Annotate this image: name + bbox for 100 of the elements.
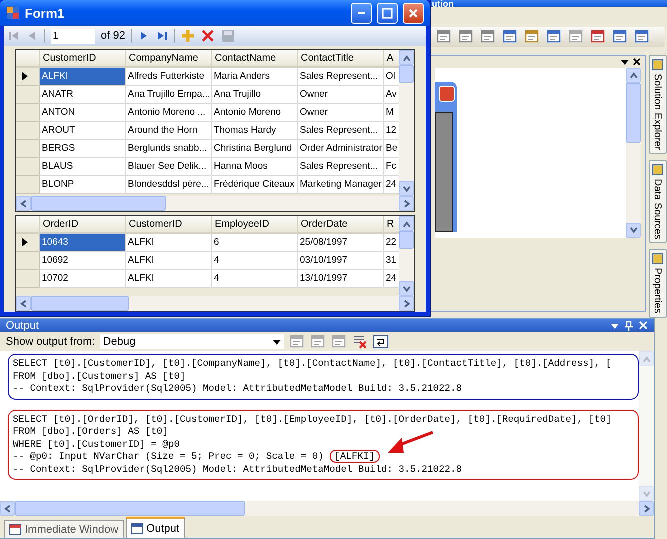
side-tab[interactable]: Solution Explorer (648, 54, 666, 154)
window-title: Form1 (25, 6, 66, 20)
position-field[interactable]: 1 (51, 28, 95, 44)
close-icon (408, 8, 419, 18)
table-cell: Ana Trujillo Empa... (126, 86, 212, 104)
column-header[interactable]: OrderDate (298, 216, 384, 234)
add-button[interactable] (181, 29, 196, 43)
first-record-button[interactable] (8, 30, 20, 42)
scroll-thumb[interactable] (626, 82, 641, 143)
table-cell: 4 (212, 252, 298, 270)
table-cell: Antonio Moreno (212, 104, 298, 122)
table-cell: Christina Berglund (212, 140, 298, 158)
maximize-icon (382, 8, 393, 18)
delete-icon (201, 29, 216, 43)
table-cell: Marketing Manager (298, 176, 384, 194)
horizontal-scrollbar[interactable] (0, 501, 654, 516)
table-cell: Order Administrator (298, 140, 384, 158)
table-cell: Maria Anders (212, 68, 298, 86)
horizontal-scrollbar[interactable] (16, 296, 414, 311)
table-cell: 10702 (40, 270, 126, 288)
output-line: -- Context: SqlProvider(Sql2005) Model: AttributedMetaModel Build: 3.5.21022.8 (13, 464, 462, 476)
column-header[interactable]: R (384, 216, 399, 234)
maximize-button[interactable] (377, 2, 398, 24)
caret-icon (273, 338, 282, 346)
table-cell: Sales Represent... (298, 68, 384, 86)
column-header[interactable]: ContactName (212, 50, 298, 68)
table-cell: Around the Horn (126, 122, 212, 140)
scroll-thumb[interactable] (15, 501, 245, 516)
output-line: SELECT [t0].[OrderID], [t0].[CustomerID], [t0].[EmployeeID], [t0].[OrderDate], [t0].[RequiredDate], [t0] (13, 414, 612, 426)
output-line: SELECT [t0].[CustomerID], [t0].[CompanyName], [t0].[ContactName], [t0].[ContactTitle], [t0].[Address], [ (13, 358, 612, 370)
column-header[interactable]: ContactTitle (298, 50, 384, 68)
horizontal-scrollbar[interactable] (16, 196, 414, 211)
table-cell: 6 (212, 234, 298, 252)
panel-icon (652, 58, 664, 71)
source-dropdown[interactable]: Debug (100, 334, 284, 349)
table-cell: 10692 (40, 252, 126, 270)
panel-tab[interactable]: Output (126, 517, 185, 538)
table-cell: Hanna Moos (212, 158, 298, 176)
save-button[interactable] (221, 29, 236, 43)
column-header[interactable]: CompanyName (126, 50, 212, 68)
source-label: Show output from: (6, 336, 96, 348)
output-line: WHERE [t0].[CustomerID] = @p0 (13, 438, 180, 451)
minimize-button[interactable] (351, 2, 372, 24)
panel-title: Output (6, 320, 40, 332)
row-header[interactable] (16, 234, 40, 252)
close-icon (639, 321, 648, 330)
table-cell: Thomas Hardy (212, 122, 298, 140)
last-record-button[interactable] (156, 30, 168, 42)
delete-button[interactable] (201, 29, 216, 43)
column-header[interactable]: OrderID (40, 216, 126, 234)
table-cell: Antonio Moreno ... (126, 104, 212, 122)
table-cell: AROUT (40, 122, 126, 140)
output-line: -- Context: SqlProvider(Sql2005) Model: AttributedMetaModel Build: 3.5.21022.8 (13, 383, 462, 396)
pin-icon (625, 320, 633, 330)
panel-tab[interactable]: Immediate Window (4, 520, 124, 538)
table-cell: Ana Trujillo (212, 86, 298, 104)
table-cell: ALFKI (126, 252, 212, 270)
document-icon (310, 334, 326, 350)
column-header[interactable]: EmployeeID (212, 216, 298, 234)
annotation-arrow (388, 431, 434, 455)
side-tab[interactable]: Properties (648, 249, 666, 318)
record-count: of 92 (101, 30, 126, 42)
close-button[interactable] (403, 2, 424, 24)
table-cell: 12 (384, 122, 399, 140)
save-icon (221, 29, 236, 43)
table-cell: 24 (384, 176, 399, 194)
column-header[interactable]: A (384, 50, 399, 68)
dropdown-icon (611, 322, 619, 330)
column-header[interactable]: CustomerID (40, 50, 126, 68)
vertical-scrollbar[interactable] (399, 216, 414, 296)
vertical-scrollbar[interactable] (399, 50, 414, 196)
row-header[interactable] (16, 68, 40, 86)
current-row-icon (22, 238, 28, 247)
table-cell: Alfreds Futterkiste (126, 68, 212, 86)
table-cell: Blauer See Delik... (126, 158, 212, 176)
table-cell: 31 (384, 252, 399, 270)
side-tab[interactable]: Data Sources (648, 160, 666, 244)
scroll-thumb[interactable] (399, 231, 414, 249)
minimize-icon (358, 12, 365, 14)
vertical-scrollbar[interactable] (639, 351, 654, 501)
table-cell: 25/08/1997 (298, 234, 384, 252)
scroll-thumb[interactable] (31, 196, 166, 211)
table-cell: Frédérique Citeaux (212, 176, 298, 194)
last-icon (156, 30, 168, 42)
table-cell: 22 (384, 234, 399, 252)
scroll-thumb[interactable] (399, 65, 414, 83)
table-cell: Sales Represent... (298, 122, 384, 140)
table-cell: Sales Represent... (298, 158, 384, 176)
table-cell: Ol (384, 68, 399, 86)
vertical-scrollbar[interactable] (626, 68, 641, 238)
table-cell: 13/10/1997 (298, 270, 384, 288)
table-cell: Owner (298, 86, 384, 104)
column-header[interactable]: CustomerID (126, 216, 212, 234)
scroll-thumb[interactable] (31, 296, 129, 311)
output-line: FROM [dbo].[Customers] AS [t0] (13, 370, 186, 383)
table-cell: 03/10/1997 (298, 252, 384, 270)
table-cell: 10643 (40, 234, 126, 252)
table-cell: M (384, 104, 399, 122)
table-cell: ALFKI (126, 270, 212, 288)
word-wrap-icon (373, 334, 390, 350)
